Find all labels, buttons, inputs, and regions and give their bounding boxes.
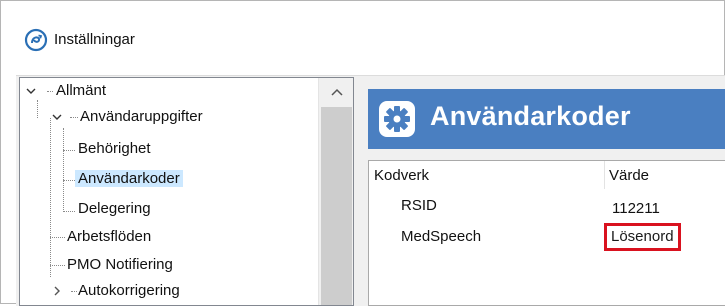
column-divider [604,161,605,189]
tree-connector [63,150,75,151]
row-kodverk-medspeech: MedSpeech [401,228,482,245]
tree-connector [50,118,51,277]
tree-connector [50,237,65,238]
tree-item-label: Delegering [78,200,151,217]
tree-item-label: Användaruppgifter [80,108,203,125]
tree-connector [37,100,38,118]
row-kodverk-rsid: RSID [401,197,437,214]
panel-title: Användarkoder [430,101,631,131]
column-header-varde[interactable]: Värde [609,167,649,184]
chevron-right-icon[interactable] [50,284,64,298]
tree-connector [50,265,65,266]
tree-item-label: Arbetsflöden [67,228,152,245]
tree-connector [63,180,75,181]
tree-connector [47,91,53,92]
tree-item-label: PMO Notifiering [67,256,173,273]
codes-table: Kodverk Värde RSID 112211 MedSpeech Löse… [368,160,725,306]
settings-tree: Allmänt Användaruppgifter Behörighet Anv… [19,77,354,306]
title-bar: Inställningar [1,1,724,75]
chevron-down-icon[interactable] [50,110,64,124]
row-value-rsid[interactable]: 112211 [612,200,660,217]
tree-item-anvandarkoder[interactable]: Användarkoder [75,166,183,192]
settings-window: Inställningar Allmänt Användaruppgifter … [0,0,725,306]
gear-icon [379,101,415,137]
tree-item-arbetsfloden[interactable]: Arbetsflöden [67,224,151,250]
tree-item-behorighet[interactable]: Behörighet [78,136,151,162]
tree-connector [71,291,77,292]
row-value-medspeech[interactable]: Lösenord [604,223,681,251]
tree-item-label: Behörighet [78,140,151,157]
tree-item-delegering[interactable]: Delegering [78,196,151,222]
tree-scrollbar[interactable] [318,78,353,305]
tree-item-pmo-notifiering[interactable]: PMO Notifiering [67,252,173,278]
column-header-kodverk[interactable]: Kodverk [374,167,429,184]
window-title: Inställningar [54,31,135,48]
tree-connector [70,117,78,118]
scroll-thumb[interactable] [321,107,352,305]
tree-connector [63,128,64,212]
panel-header: Användarkoder [368,89,725,149]
tree-item-label: Allmänt [56,82,107,99]
tree-item-label: Autokorrigering [78,282,180,299]
chevron-up-icon [331,88,343,96]
chevron-down-icon[interactable] [24,84,38,98]
app-logo-icon [24,28,48,52]
scroll-up-button[interactable] [319,78,353,106]
tree-connector [63,211,75,212]
content-area: Allmänt Användaruppgifter Behörighet Anv… [16,75,725,306]
tree-item-label: Användarkoder [75,170,183,187]
